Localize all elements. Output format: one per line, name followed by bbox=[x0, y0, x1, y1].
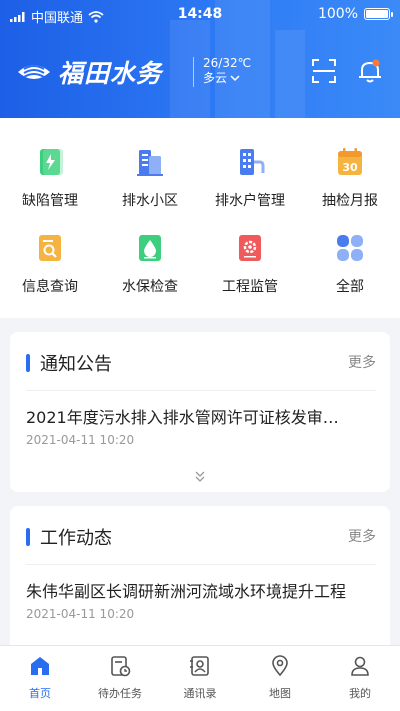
divider bbox=[26, 564, 376, 565]
buildings-icon bbox=[137, 150, 163, 176]
work-news-card: 工作动态 更多 朱伟华副区长调研新洲河流域水环境提升工程 2021-04-11 … bbox=[10, 506, 390, 656]
tab-tasks[interactable]: 待办任务 bbox=[80, 654, 160, 701]
tab-label: 待办任务 bbox=[98, 687, 142, 700]
chevron-down-icon bbox=[230, 75, 240, 82]
notice-card: 通知公告 更多 2021年度污水排入排水管网许可证核发审… 2021-04-11… bbox=[10, 332, 390, 492]
household-icon bbox=[240, 149, 265, 175]
home-icon bbox=[31, 657, 49, 675]
menu-item-engineering[interactable]: 工程监管 bbox=[200, 232, 300, 296]
scan-icon[interactable] bbox=[310, 57, 338, 85]
tab-label: 首页 bbox=[29, 687, 51, 700]
menu-item-label: 全部 bbox=[336, 279, 364, 295]
water-logo-icon bbox=[18, 65, 50, 79]
menu-item-household[interactable]: 排水户管理 bbox=[200, 146, 300, 210]
notice-more-link[interactable]: 更多 bbox=[348, 352, 376, 372]
menu-item-all[interactable]: 全部 bbox=[300, 232, 400, 296]
menu-item-water-check[interactable]: 水保检查 bbox=[100, 232, 200, 296]
tab-contacts[interactable]: 通讯录 bbox=[160, 654, 240, 701]
double-chevron-down-icon[interactable] bbox=[193, 470, 207, 484]
work-news-item-date: 2021-04-11 10:20 bbox=[26, 607, 135, 621]
weather-condition: 多云 bbox=[203, 71, 228, 85]
notice-item-title[interactable]: 2021年度污水排入排水管网许可证核发审… bbox=[26, 404, 376, 428]
notice-title: 通知公告 bbox=[40, 354, 112, 375]
bottom-tab-bar: 首页 待办任务 通讯录 地图 我的 bbox=[0, 645, 400, 711]
background-building bbox=[275, 30, 305, 118]
header-divider bbox=[193, 57, 194, 87]
svg-text:30: 30 bbox=[342, 161, 358, 174]
notice-item-date: 2021-04-11 10:20 bbox=[26, 433, 135, 447]
menu-item-label: 信息查询 bbox=[22, 279, 78, 295]
menu-item-label: 抽检月报 bbox=[322, 193, 378, 209]
weather-temp: 26/32℃ bbox=[203, 56, 252, 70]
section-accent-bar bbox=[26, 528, 30, 546]
tab-profile[interactable]: 我的 bbox=[320, 654, 400, 701]
tab-home[interactable]: 首页 bbox=[0, 654, 80, 701]
tab-map[interactable]: 地图 bbox=[240, 654, 320, 701]
menu-item-label: 排水户管理 bbox=[215, 193, 285, 209]
menu-item-drainage-community[interactable]: 排水小区 bbox=[100, 146, 200, 210]
menu-item-label: 缺陷管理 bbox=[22, 193, 78, 209]
all-icon bbox=[337, 235, 363, 261]
defect-icon bbox=[40, 149, 63, 175]
menu-item-info-query[interactable]: 信息查询 bbox=[0, 232, 100, 296]
menu-item-label: 水保检查 bbox=[122, 279, 178, 295]
map-pin-icon bbox=[272, 655, 288, 677]
menu-item-monthly-report[interactable]: 30 抽检月报 bbox=[300, 146, 400, 210]
menu-item-label: 工程监管 bbox=[222, 279, 278, 295]
app-header: 中国联通 14:48 100% 福田水务 26/32℃ 多云 bbox=[0, 0, 400, 118]
work-news-item-title[interactable]: 朱伟华副区长调研新洲河流域水环境提升工程 bbox=[26, 578, 376, 602]
engineering-icon bbox=[239, 235, 261, 261]
menu-item-defect[interactable]: 缺陷管理 bbox=[0, 146, 100, 210]
battery-label: 100% bbox=[317, 6, 358, 22]
brand: 福田水务 bbox=[16, 54, 162, 90]
search-doc-icon bbox=[39, 235, 61, 261]
function-grid: 缺陷管理 排水小区 排水户管理 30 抽检月报 信息查询 水保检查 工程监管 全… bbox=[0, 118, 400, 318]
tab-label: 通讯录 bbox=[183, 687, 217, 700]
calendar-icon: 30 bbox=[338, 148, 362, 175]
tab-label: 地图 bbox=[269, 687, 291, 700]
divider bbox=[26, 390, 376, 391]
section-accent-bar bbox=[26, 354, 30, 372]
work-news-title: 工作动态 bbox=[40, 528, 112, 549]
menu-item-label: 排水小区 bbox=[122, 193, 178, 209]
weather-widget[interactable]: 26/32℃ 多云 bbox=[203, 56, 251, 86]
tab-label: 我的 bbox=[349, 687, 371, 700]
water-drop-icon bbox=[139, 235, 161, 261]
battery-icon bbox=[364, 8, 393, 20]
status-bar: 中国联通 14:48 100% bbox=[0, 0, 400, 30]
task-icon bbox=[111, 656, 131, 677]
bell-icon[interactable] bbox=[356, 57, 384, 85]
contacts-icon bbox=[190, 656, 209, 676]
brand-name: 福田水务 bbox=[58, 59, 163, 88]
profile-icon bbox=[351, 656, 369, 676]
work-news-more-link[interactable]: 更多 bbox=[348, 526, 376, 546]
